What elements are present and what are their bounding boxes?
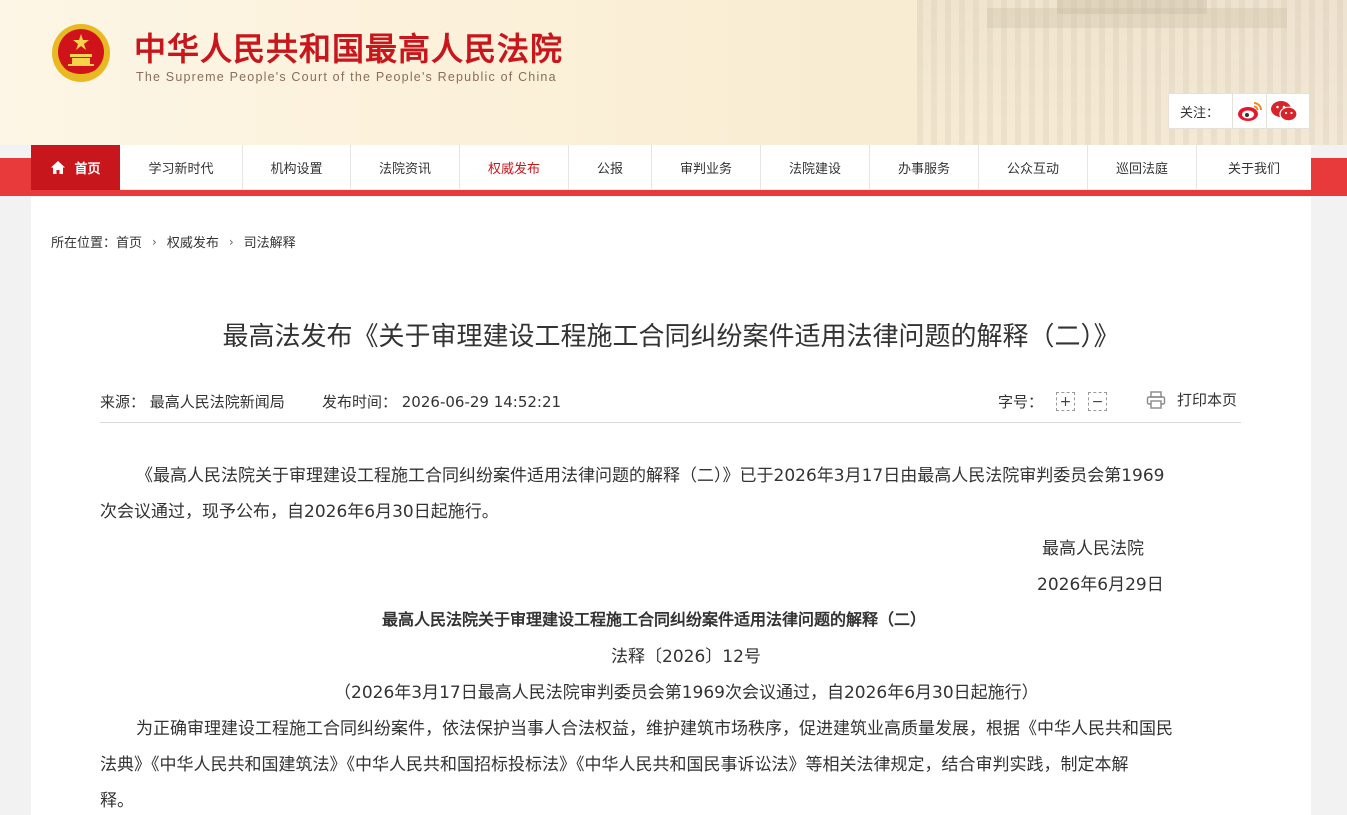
minus-icon: − bbox=[1091, 393, 1104, 410]
wechat-icon bbox=[1270, 101, 1298, 122]
nav-item-trials[interactable]: 审判业务 bbox=[652, 145, 761, 190]
nav-item-study[interactable]: 学习新时代 bbox=[120, 145, 243, 190]
document-note: （2026年3月17日最高人民法院审判委员会第1969次会议通过，自2026年6… bbox=[334, 683, 1039, 703]
nav-item-interaction[interactable]: 公众互动 bbox=[979, 145, 1088, 190]
follow-bar: 关注： bbox=[1168, 93, 1310, 129]
signature-org: 最高人民法院 bbox=[1042, 539, 1144, 559]
nav-item-releases[interactable]: 权威发布 bbox=[460, 145, 569, 190]
document-title: 最高人民法院关于审理建设工程施工合同纠纷案件适用法律问题的解释（二） bbox=[382, 610, 927, 629]
nav-item-organization[interactable]: 机构设置 bbox=[243, 145, 351, 190]
paragraph-2-line-1: 为正确审理建设工程施工合同纠纷案件，依法保护当事人合法权益，维护建筑市场秩序，促… bbox=[136, 719, 1173, 739]
nav-item-court-news[interactable]: 法院资讯 bbox=[351, 145, 460, 190]
chevron-right-icon: › bbox=[228, 234, 234, 249]
paragraph-2-line-3: 释。 bbox=[100, 791, 134, 811]
printer-icon bbox=[1146, 390, 1166, 409]
breadcrumb-link-judicial-interpretation[interactable]: 司法解释 bbox=[244, 232, 296, 251]
main-nav: 首页 学习新时代 机构设置 法院资讯 权威发布 公报 审判业务 法院建设 办事服… bbox=[31, 145, 1311, 190]
home-icon bbox=[51, 161, 66, 174]
signature-date: 2026年6月29日 bbox=[1037, 575, 1164, 595]
paragraph-1-line-2: 次会议通过，现予公布，自2026年6月30日起施行。 bbox=[100, 502, 499, 522]
breadcrumb: 所在位置： 首页 › 权威发布 › 司法解释 bbox=[51, 232, 296, 252]
chevron-right-icon: › bbox=[152, 234, 157, 249]
font-increase-button[interactable]: + bbox=[1056, 392, 1076, 411]
follow-label: 关注： bbox=[1180, 105, 1220, 121]
print-button[interactable]: 打印本页 bbox=[1146, 389, 1237, 410]
document-number: 法释〔2026〕12号 bbox=[611, 647, 761, 667]
nav-item-services[interactable]: 办事服务 bbox=[870, 145, 979, 190]
article-title: 最高法发布《关于审理建设工程施工合同纠纷案件适用法律问题的解释（二）》 bbox=[222, 322, 1120, 352]
nav-item-gazette[interactable]: 公报 bbox=[569, 145, 652, 190]
weibo-icon bbox=[1237, 102, 1262, 121]
nav-item-home[interactable]: 首页 bbox=[31, 145, 120, 190]
paragraph-1-line-1: 《最高人民法院关于审理建设工程施工合同纠纷案件适用法律问题的解释（二）》已于20… bbox=[136, 466, 1165, 486]
article-meta: 来源： 最高人民法院新闻局 发布时间： 2026-06-29 14:52:21 … bbox=[100, 389, 1241, 423]
national-emblem-icon[interactable] bbox=[50, 22, 112, 84]
wechat-button[interactable] bbox=[1266, 94, 1300, 128]
breadcrumb-label: 所在位置： bbox=[51, 236, 117, 251]
weibo-button[interactable] bbox=[1232, 94, 1266, 128]
print-label: 打印本页 bbox=[1177, 391, 1238, 409]
plus-icon: + bbox=[1059, 393, 1072, 410]
site-header: 中华人民共和国最高人民法院 The Supreme People's Court… bbox=[0, 0, 1347, 145]
font-size-controls: 字号： + − bbox=[998, 391, 1108, 412]
font-decrease-button[interactable]: − bbox=[1088, 392, 1108, 411]
nav-home-label: 首页 bbox=[74, 162, 101, 177]
nav-item-circuit-court[interactable]: 巡回法庭 bbox=[1088, 145, 1197, 190]
content-panel: 所在位置： 首页 › 权威发布 › 司法解释 最高法发布《关于审理建设工程施工合… bbox=[31, 197, 1311, 815]
article-source: 来源： 最高人民法院新闻局 bbox=[100, 393, 285, 411]
breadcrumb-link-releases[interactable]: 权威发布 bbox=[167, 232, 219, 251]
font-size-label: 字号： bbox=[998, 393, 1044, 411]
breadcrumb-link-home[interactable]: 首页 bbox=[116, 232, 142, 251]
nav-item-about[interactable]: 关于我们 bbox=[1197, 145, 1311, 190]
site-title[interactable]: 中华人民共和国最高人民法院 bbox=[134, 24, 563, 70]
nav-item-court-building[interactable]: 法院建设 bbox=[761, 145, 870, 190]
article-publish-time: 发布时间： 2026-06-29 14:52:21 bbox=[322, 393, 562, 411]
site-subtitle: The Supreme People's Court of the People… bbox=[136, 70, 557, 84]
paragraph-2-line-2: 法典》《中华人民共和国建筑法》《中华人民共和国招标投标法》《中华人民共和国民事诉… bbox=[100, 755, 1129, 775]
